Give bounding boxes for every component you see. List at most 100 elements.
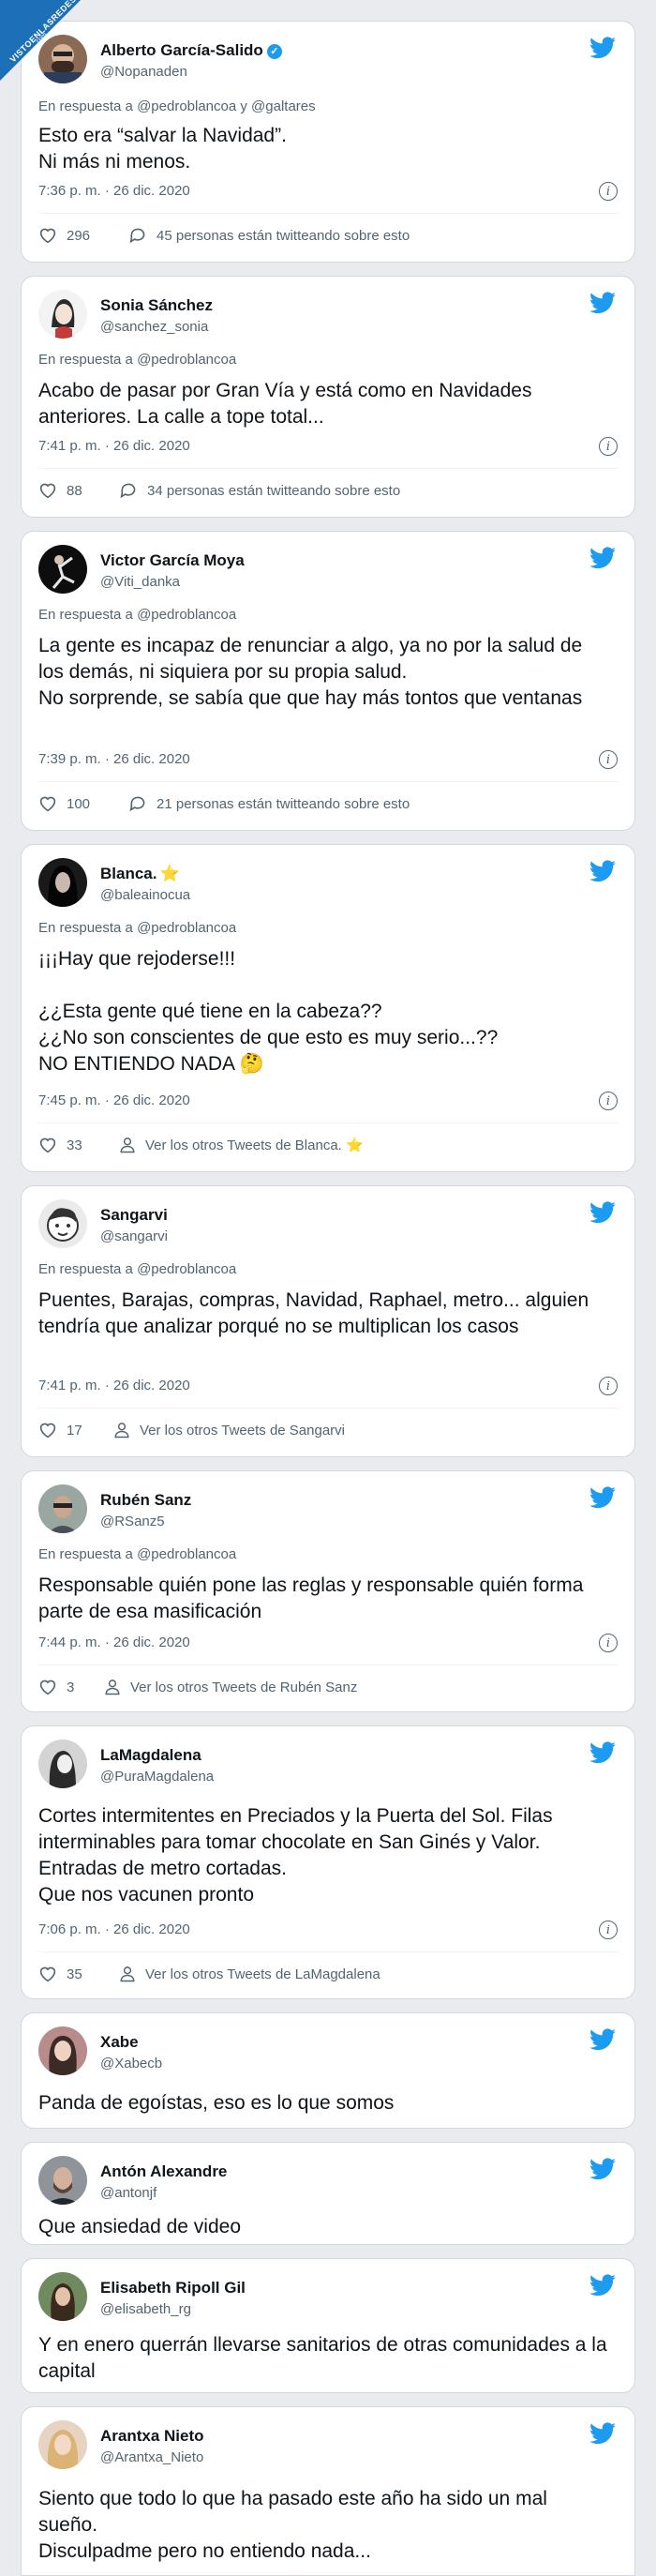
info-icon[interactable]: i bbox=[599, 1634, 618, 1652]
profile-link[interactable]: Ver los otros Tweets de Sangarvi bbox=[113, 1421, 345, 1441]
display-name[interactable]: Sonia Sánchez bbox=[100, 296, 213, 315]
avatar[interactable] bbox=[38, 290, 87, 339]
tweet-timestamp[interactable]: 7:45 p. m. · 26 dic. 2020 bbox=[38, 1092, 190, 1108]
user-handle[interactable]: @sanchez_sonia bbox=[100, 319, 208, 335]
info-icon[interactable]: i bbox=[599, 1377, 618, 1395]
info-icon[interactable]: i bbox=[599, 1921, 618, 1939]
avatar[interactable] bbox=[38, 1484, 87, 1533]
person-icon bbox=[120, 1966, 135, 1982]
avatar[interactable] bbox=[38, 2156, 87, 2205]
tweet-header: Antón Alexandre @antonjf bbox=[38, 2156, 601, 2208]
twitter-bird-icon bbox=[589, 1486, 616, 1509]
tweet-timestamp[interactable]: 7:41 p. m. · 26 dic. 2020 bbox=[38, 1378, 190, 1393]
avatar[interactable] bbox=[38, 2420, 87, 2469]
display-name[interactable]: Antón Alexandre bbox=[100, 2162, 227, 2181]
display-name[interactable]: Sangarvi bbox=[100, 1206, 168, 1225]
user-handle[interactable]: @antonjf bbox=[100, 2185, 157, 2201]
info-icon[interactable]: i bbox=[599, 182, 618, 201]
profile-link[interactable]: Ver los otros Tweets de Blanca. ⭐ bbox=[119, 1136, 364, 1156]
tweet-card[interactable]: Sangarvi @sangarvi En respuesta a @pedro… bbox=[21, 1185, 635, 1457]
user-handle[interactable]: @PuraMagdalena bbox=[100, 1769, 214, 1785]
tweet-card[interactable]: Rubén Sanz @RSanz5 En respuesta a @pedro… bbox=[21, 1470, 635, 1712]
tweet-header: Blanca. ⭐ @baleainocua bbox=[38, 858, 601, 911]
heart-icon bbox=[39, 1137, 56, 1153]
tweet-card[interactable]: Elisabeth Ripoll Gil @elisabeth_rg Y en … bbox=[21, 2258, 635, 2393]
user-handle[interactable]: @Nopanaden bbox=[100, 64, 187, 80]
tweet-timestamp[interactable]: 7:36 p. m. · 26 dic. 2020 bbox=[38, 183, 190, 199]
tweet-card[interactable]: Sonia Sánchez @sanchez_sonia En respuest… bbox=[21, 276, 635, 518]
user-handle[interactable]: @Xabecb bbox=[100, 2056, 162, 2071]
avatar[interactable] bbox=[38, 2272, 87, 2321]
display-name[interactable]: Rubén Sanz bbox=[100, 1491, 191, 1510]
tweet-card[interactable]: Victor García Moya @Viti_danka En respue… bbox=[21, 531, 635, 831]
avatar[interactable] bbox=[38, 35, 87, 83]
like-button[interactable]: 17 bbox=[38, 1421, 82, 1441]
user-handle[interactable]: @RSanz5 bbox=[100, 1514, 165, 1529]
user-handle[interactable]: @sangarvi bbox=[100, 1228, 168, 1244]
tweet-header: Alberto García-Salido ✓ @Nopanaden bbox=[38, 35, 601, 87]
like-button[interactable]: 88 bbox=[38, 481, 82, 502]
info-icon[interactable]: i bbox=[599, 750, 618, 769]
tweet-text: Acabo de pasar por Gran Vía y está como … bbox=[38, 380, 532, 428]
like-button[interactable]: 33 bbox=[38, 1136, 82, 1156]
tweet-timestamp[interactable]: 7:39 p. m. · 26 dic. 2020 bbox=[38, 751, 190, 767]
twitter-bird-icon bbox=[589, 2028, 616, 2051]
tweet-card[interactable]: Antón Alexandre @antonjf Que ansiedad de… bbox=[21, 2142, 635, 2245]
avatar[interactable] bbox=[38, 1199, 87, 1248]
person-icon bbox=[105, 1680, 120, 1695]
like-count: 296 bbox=[67, 228, 91, 244]
tweet-card[interactable]: Blanca. ⭐ @baleainocua En respuesta a @pe… bbox=[21, 844, 635, 1172]
avatar[interactable] bbox=[38, 545, 87, 594]
conversation-text: 34 personas están twitteando sobre esto bbox=[147, 483, 401, 499]
user-handle[interactable]: @Arantxa_Nieto bbox=[100, 2449, 203, 2465]
info-icon[interactable]: i bbox=[599, 1092, 618, 1110]
info-icon[interactable]: i bbox=[599, 437, 618, 456]
tweet-actions: 88 34 personas están twitteando sobre es… bbox=[38, 481, 619, 505]
tweet-card[interactable]: Xabe @Xabecb Panda de egoístas, eso es l… bbox=[21, 2012, 635, 2129]
tweet-actions: 33 Ver los otros Tweets de Blanca. ⭐ bbox=[38, 1136, 619, 1160]
display-name[interactable]: Xabe bbox=[100, 2033, 139, 2052]
display-name[interactable]: Arantxa Nieto bbox=[100, 2427, 204, 2446]
display-name[interactable]: Victor García Moya bbox=[100, 551, 245, 570]
display-name[interactable]: Blanca. ⭐ bbox=[100, 865, 180, 883]
avatar[interactable] bbox=[38, 858, 87, 907]
tweet-card[interactable]: Arantxa Nieto @Arantxa_Nieto Siento que … bbox=[21, 2406, 635, 2576]
tweet-text: Cortes intermitentes en Preciados y la P… bbox=[38, 1805, 553, 1906]
divider bbox=[38, 1122, 618, 1123]
reply-context[interactable]: En respuesta a @pedroblancoa bbox=[38, 1261, 236, 1277]
reply-context[interactable]: En respuesta a @pedroblancoa bbox=[38, 920, 236, 936]
tweet-card[interactable]: Alberto García-Salido ✓ @Nopanaden En res… bbox=[21, 21, 635, 263]
avatar[interactable] bbox=[38, 2026, 87, 2075]
profile-link[interactable]: Ver los otros Tweets de LaMagdalena bbox=[119, 1965, 380, 1985]
like-button[interactable]: 296 bbox=[38, 226, 90, 247]
tweet-text: Panda de egoístas, eso es lo que somos bbox=[38, 2092, 395, 2114]
user-handle[interactable]: @Viti_danka bbox=[100, 574, 180, 590]
like-button[interactable]: 100 bbox=[38, 794, 90, 815]
reply-context[interactable]: En respuesta a @pedroblancoa bbox=[38, 352, 236, 368]
user-handle[interactable]: @elisabeth_rg bbox=[100, 2301, 191, 2317]
profile-link[interactable]: Ver los otros Tweets de Rubén Sanz bbox=[104, 1678, 357, 1698]
tweet-timestamp[interactable]: 7:41 p. m. · 26 dic. 2020 bbox=[38, 438, 190, 454]
avatar[interactable] bbox=[38, 1740, 87, 1788]
comment-icon bbox=[120, 483, 136, 499]
like-button[interactable]: 35 bbox=[38, 1965, 82, 1985]
tweet-timestamp[interactable]: 7:06 p. m. · 26 dic. 2020 bbox=[38, 1921, 190, 1937]
like-button[interactable]: 3 bbox=[38, 1678, 74, 1698]
conversation-link[interactable]: 34 personas están twitteando sobre esto bbox=[119, 481, 400, 502]
display-name[interactable]: Alberto García-Salido ✓ bbox=[100, 41, 282, 60]
divider bbox=[38, 781, 618, 782]
display-name[interactable]: Elisabeth Ripoll Gil bbox=[100, 2279, 246, 2297]
tweet-header: Elisabeth Ripoll Gil @elisabeth_rg bbox=[38, 2272, 601, 2325]
reply-context[interactable]: En respuesta a @pedroblancoa bbox=[38, 607, 236, 623]
reply-context[interactable]: En respuesta a @pedroblancoa bbox=[38, 1546, 236, 1562]
conversation-link[interactable]: 45 personas están twitteando sobre esto bbox=[128, 226, 410, 247]
tweet-timestamp[interactable]: 7:44 p. m. · 26 dic. 2020 bbox=[38, 1634, 190, 1650]
tweet-card[interactable]: LaMagdalena @PuraMagdalena Cortes interm… bbox=[21, 1725, 635, 1999]
conversation-link[interactable]: 21 personas están twitteando sobre esto bbox=[128, 794, 410, 815]
display-name[interactable]: LaMagdalena bbox=[100, 1746, 201, 1765]
reply-context[interactable]: En respuesta a @pedroblancoa y @galtares bbox=[38, 98, 316, 114]
tweet-header: Arantxa Nieto @Arantxa_Nieto bbox=[38, 2420, 601, 2473]
divider bbox=[38, 1408, 618, 1409]
user-handle[interactable]: @baleainocua bbox=[100, 887, 190, 903]
heart-icon bbox=[39, 483, 56, 499]
